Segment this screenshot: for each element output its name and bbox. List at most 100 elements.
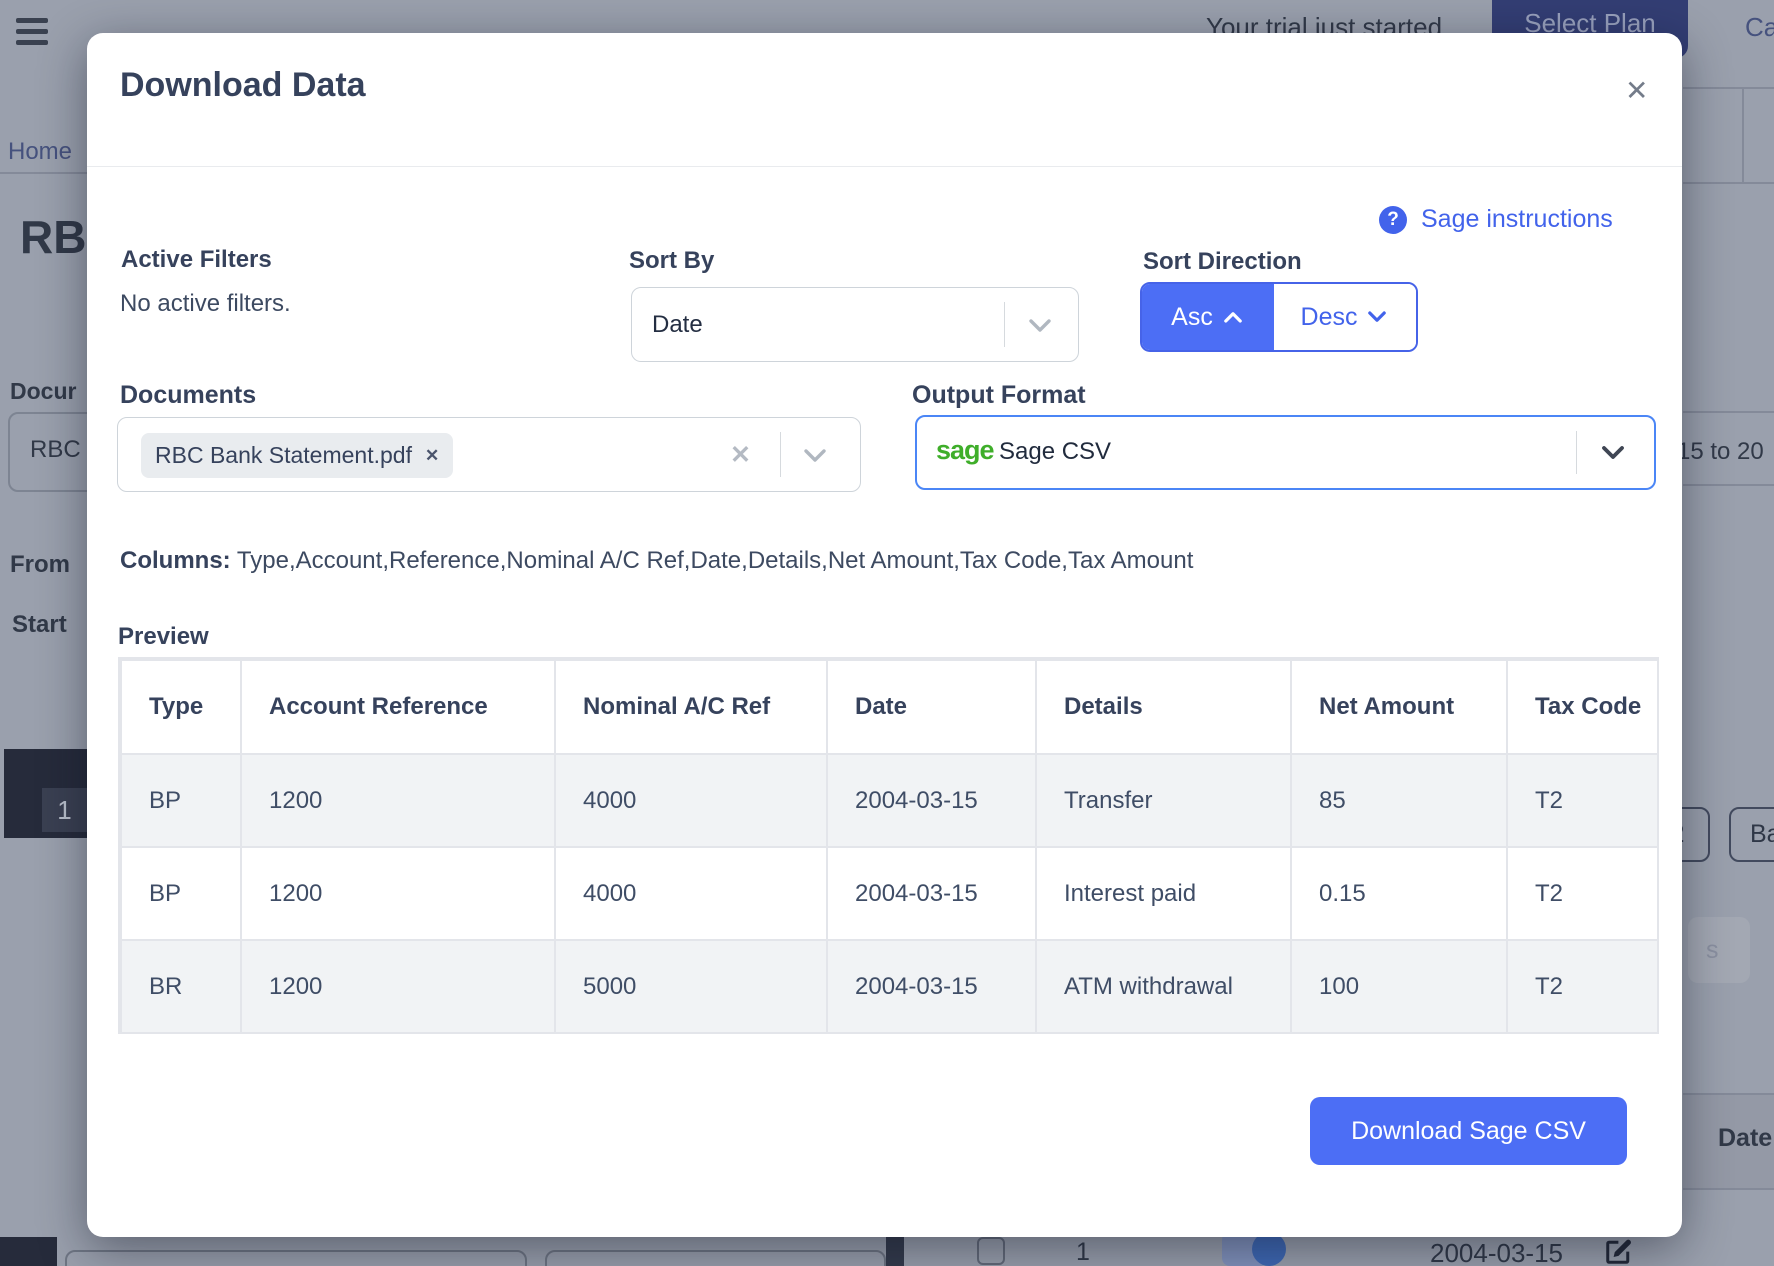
bg-line <box>1683 411 1774 413</box>
bg-date-column-header: Date <box>1718 1124 1772 1153</box>
table-cell: 1200 <box>241 847 555 940</box>
sort-asc-button[interactable]: Asc <box>1142 284 1274 350</box>
clear-selection-icon[interactable]: ✕ <box>730 440 751 470</box>
bg-line <box>1683 182 1774 184</box>
table-cell: 2004-03-15 <box>827 754 1036 847</box>
documents-multiselect[interactable]: RBC Bank Statement.pdf ✕ ✕ <box>117 417 861 492</box>
page-thumbnail-number: 1 <box>42 788 87 832</box>
bg-range-text: 15 to 20 <box>1677 438 1764 466</box>
bg-divider <box>0 172 87 174</box>
bg-bottom-button <box>65 1250 527 1266</box>
page-thumbnail[interactable]: 1 <box>4 749 87 838</box>
column-header: Date <box>827 660 1036 754</box>
chevron-up-icon <box>1221 309 1245 325</box>
document-tag-label: RBC Bank Statement.pdf <box>155 442 412 469</box>
chevron-down-icon <box>1365 309 1389 325</box>
sort-by-value: Date <box>652 311 703 339</box>
table-cell: Interest paid <box>1036 847 1291 940</box>
bg-line <box>1683 1093 1774 1095</box>
screen: Your trial just started Select Plan Ca H… <box>0 0 1774 1266</box>
bg-start-label: Start <box>12 611 67 639</box>
table-cell: 4000 <box>555 847 827 940</box>
columns-summary: Columns: Type,Account,Reference,Nominal … <box>120 547 1193 575</box>
document-tag: RBC Bank Statement.pdf ✕ <box>141 433 453 478</box>
bg-line <box>1683 484 1774 486</box>
column-header: Details <box>1036 660 1291 754</box>
bg-page-ba-button[interactable]: Ba <box>1729 807 1774 862</box>
breadcrumb-home-link[interactable]: Home <box>8 138 72 166</box>
columns-label: Columns: <box>120 547 231 574</box>
output-format-value: Sage CSV <box>999 438 1111 466</box>
table-cell: Transfer <box>1036 754 1291 847</box>
sort-asc-label: Asc <box>1171 303 1213 332</box>
sage-logo: sage <box>936 435 994 466</box>
preview-table-container: TypeAccount ReferenceNominal A/C RefDate… <box>118 657 1659 1034</box>
table-row: BP120040002004-03-15Transfer85T2 <box>121 754 1659 847</box>
active-filters-empty: No active filters. <box>120 290 291 318</box>
page-thumbnail-2 <box>0 1237 57 1266</box>
sort-direction-toggle: Asc Desc <box>1140 282 1418 352</box>
bg-line <box>1742 87 1744 183</box>
sort-direction-label: Sort Direction <box>1143 248 1302 276</box>
bg-disabled-chip: s <box>1688 917 1750 983</box>
output-format-select[interactable]: sage Sage CSV <box>915 415 1656 490</box>
chevron-down-icon <box>1025 316 1055 336</box>
table-cell: T2 <box>1507 940 1659 1033</box>
table-row: BP120040002004-03-15Interest paid0.15T2 <box>121 847 1659 940</box>
menu-icon[interactable] <box>16 18 48 45</box>
preview-label: Preview <box>118 623 209 651</box>
bg-line <box>1683 1188 1774 1190</box>
bg-documents-label: Docur <box>10 378 76 405</box>
sort-by-label: Sort By <box>629 247 714 275</box>
download-data-modal: Download Data ✕ ? Sage instructions Acti… <box>87 33 1682 1237</box>
bg-row-number: 1 <box>1076 1238 1090 1266</box>
remove-tag-icon[interactable]: ✕ <box>425 446 439 466</box>
table-cell: BP <box>121 847 241 940</box>
edit-icon[interactable] <box>1604 1236 1634 1266</box>
output-format-label: Output Format <box>912 381 1086 410</box>
table-cell: T2 <box>1507 847 1659 940</box>
table-cell: ATM withdrawal <box>1036 940 1291 1033</box>
table-cell: 5000 <box>555 940 827 1033</box>
column-header: Tax Code <box>1507 660 1659 754</box>
bg-status-dot[interactable] <box>1252 1232 1286 1266</box>
bg-bottom-button <box>545 1250 886 1266</box>
download-sage-csv-button[interactable]: Download Sage CSV <box>1310 1097 1627 1165</box>
sort-by-select[interactable]: Date <box>631 287 1079 362</box>
table-cell: 0.15 <box>1291 847 1507 940</box>
table-cell: 2004-03-15 <box>827 940 1036 1033</box>
bg-row-date: 2004-03-15 <box>1430 1238 1563 1266</box>
sort-desc-label: Desc <box>1301 303 1358 332</box>
sort-desc-button[interactable]: Desc <box>1274 284 1416 350</box>
bg-document-select-value: RBC <box>30 436 81 464</box>
close-icon[interactable]: ✕ <box>1625 77 1648 105</box>
column-header: Nominal A/C Ref <box>555 660 827 754</box>
chevron-down-icon <box>1598 443 1628 463</box>
table-cell: 100 <box>1291 940 1507 1033</box>
sage-instructions-label: Sage instructions <box>1421 205 1613 234</box>
table-cell: 1200 <box>241 754 555 847</box>
table-cell: 4000 <box>555 754 827 847</box>
table-cell: 85 <box>1291 754 1507 847</box>
column-header: Account Reference <box>241 660 555 754</box>
bg-page-title: RB <box>20 210 86 264</box>
help-icon: ? <box>1379 206 1407 234</box>
bg-from-label: From <box>10 551 70 579</box>
table-cell: 2004-03-15 <box>827 847 1036 940</box>
table-cell: T2 <box>1507 754 1659 847</box>
table-cell: 1200 <box>241 940 555 1033</box>
column-header: Type <box>121 660 241 754</box>
table-cell: BP <box>121 754 241 847</box>
modal-header-divider <box>87 166 1682 167</box>
documents-label: Documents <box>120 381 256 410</box>
bg-row-checkbox[interactable] <box>977 1237 1005 1265</box>
column-header: Net Amount <box>1291 660 1507 754</box>
sage-instructions-link[interactable]: ? Sage instructions <box>1379 205 1613 234</box>
nav-right-link[interactable]: Ca <box>1745 12 1774 43</box>
bg-line <box>1683 87 1774 89</box>
columns-value: Type,Account,Reference,Nominal A/C Ref,D… <box>237 547 1193 574</box>
modal-title: Download Data <box>120 66 366 105</box>
chevron-down-icon <box>800 446 830 466</box>
table-cell: BR <box>121 940 241 1033</box>
active-filters-label: Active Filters <box>121 246 272 274</box>
